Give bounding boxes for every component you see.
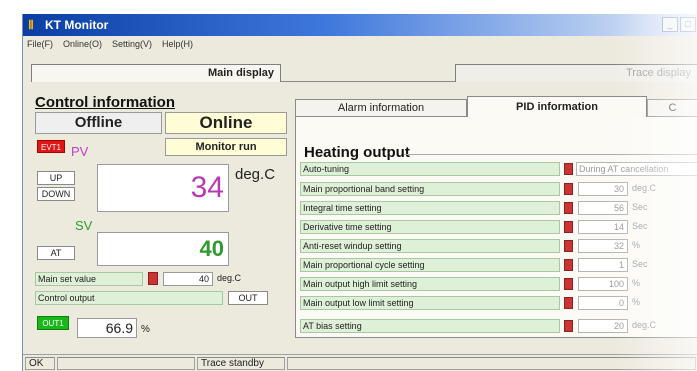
param-row: Main output low limit setting 0 %: [300, 296, 697, 310]
output-unit: %: [141, 324, 150, 335]
param-value[interactable]: 32: [578, 239, 628, 253]
pv-unit: deg.C: [235, 166, 276, 183]
up-button[interactable]: UP: [37, 171, 75, 185]
main-set-value-edit-button[interactable]: [148, 272, 158, 285]
param-label: Integral time setting: [300, 201, 560, 215]
main-set-value-unit: deg.C: [217, 273, 242, 283]
out1-indicator: OUT1: [37, 316, 69, 330]
at-bias-value[interactable]: 20: [578, 319, 628, 333]
menu-help[interactable]: Help(H): [162, 39, 193, 49]
param-edit-button[interactable]: [564, 183, 573, 195]
at-bias-edit-button[interactable]: [564, 320, 573, 332]
param-row: Anti-reset windup setting 32 %: [300, 239, 697, 253]
param-edit-button[interactable]: [564, 202, 573, 214]
status-cell-empty: [57, 357, 195, 370]
pv-value-display: 34: [97, 164, 229, 212]
at-button[interactable]: AT: [37, 246, 75, 260]
control-output-label: Control output: [35, 291, 223, 305]
param-label: Main proportional band setting: [300, 182, 560, 196]
auto-tuning-edit-button[interactable]: [564, 163, 573, 175]
param-row: Integral time setting 56 Sec: [300, 201, 697, 215]
tab-partial[interactable]: C: [647, 99, 697, 117]
tab-main-display[interactable]: Main display: [31, 64, 281, 82]
main-set-value-label: Main set value: [35, 272, 143, 286]
at-bias-label: AT bias setting: [300, 319, 560, 333]
output-value-display: 66.9: [77, 318, 137, 338]
online-status[interactable]: Online: [165, 112, 287, 134]
param-label: Main output high limit setting: [300, 277, 560, 291]
pid-information-panel: Alarm information PID information C Heat…: [295, 96, 697, 338]
main-set-value-field[interactable]: 40: [163, 272, 213, 286]
sv-value-display: 40: [97, 232, 229, 266]
param-edit-button[interactable]: [564, 259, 573, 271]
param-row-at-bias: AT bias setting 20 deg.C: [300, 319, 697, 333]
pv-label: PV: [71, 144, 89, 159]
param-edit-button[interactable]: [564, 278, 573, 290]
tab-trace-display[interactable]: Trace display: [455, 64, 697, 82]
param-value[interactable]: 14: [578, 220, 628, 234]
param-value[interactable]: 0: [578, 296, 628, 310]
evt1-indicator: EVT1: [37, 140, 65, 153]
menu-file[interactable]: File(F): [27, 39, 53, 49]
param-label: Anti-reset windup setting: [300, 239, 560, 253]
minimize-button[interactable]: _: [662, 17, 678, 32]
param-unit: %: [632, 240, 641, 250]
param-unit: %: [632, 278, 641, 288]
param-row-auto-tuning: Auto-tuning During AT cancellation: [300, 162, 697, 176]
param-unit: Sec: [632, 221, 648, 231]
tab-alarm-information[interactable]: Alarm information: [295, 99, 467, 117]
menu-online[interactable]: Online(O): [63, 39, 102, 49]
monitor-run-status: Monitor run: [165, 138, 287, 156]
heating-group-line: [404, 154, 697, 155]
status-trace: Trace standby: [197, 357, 285, 370]
param-row: Main proportional cycle setting 1 Sec: [300, 258, 697, 272]
auto-tuning-value[interactable]: During AT cancellation: [576, 162, 697, 176]
maximize-button[interactable]: □: [680, 17, 696, 32]
window-controls: _ □: [662, 17, 696, 32]
control-information-title: Control information: [35, 94, 175, 111]
menu-setting[interactable]: Setting(V): [112, 39, 152, 49]
kt-monitor-window: Ⅱ KT Monitor _ □ File(F) Online(O) Setti…: [22, 14, 697, 371]
param-value[interactable]: 56: [578, 201, 628, 215]
param-value[interactable]: 1: [578, 258, 628, 272]
offline-status[interactable]: Offline: [35, 112, 162, 134]
out-button[interactable]: OUT: [228, 291, 268, 305]
param-label: Main output low limit setting: [300, 296, 560, 310]
tab-divider: [281, 81, 456, 82]
param-unit: Sec: [632, 202, 648, 212]
title-bar[interactable]: Ⅱ KT Monitor _ □: [23, 14, 697, 36]
param-value[interactable]: 30: [578, 182, 628, 196]
down-button[interactable]: DOWN: [37, 187, 75, 201]
param-row: Main output high limit setting 100 %: [300, 277, 697, 291]
tab-pid-information[interactable]: PID information: [467, 96, 647, 117]
heating-output-title: Heating output: [304, 144, 410, 161]
sv-label: SV: [75, 218, 93, 233]
auto-tuning-label: Auto-tuning: [300, 162, 560, 176]
menu-bar: File(F) Online(O) Setting(V) Help(H): [23, 36, 697, 51]
kt-logo-icon: Ⅱ: [28, 18, 34, 32]
window-title: KT Monitor: [45, 18, 109, 32]
param-row: Derivative time setting 14 Sec: [300, 220, 697, 234]
pid-tab-content: Heating output Auto-tuning During AT can…: [295, 116, 697, 338]
param-row: Main proportional band setting 30 deg.C: [300, 182, 697, 196]
status-ok: OK: [25, 357, 55, 370]
param-unit: Sec: [632, 259, 648, 269]
status-cell-rest: [287, 357, 696, 370]
param-label: Main proportional cycle setting: [300, 258, 560, 272]
param-edit-button[interactable]: [564, 240, 573, 252]
param-edit-button[interactable]: [564, 297, 573, 309]
param-value[interactable]: 100: [578, 277, 628, 291]
at-bias-unit: deg.C: [632, 320, 657, 330]
param-unit: %: [632, 297, 641, 307]
param-unit: deg.C: [632, 183, 657, 193]
param-edit-button[interactable]: [564, 221, 573, 233]
param-label: Derivative time setting: [300, 220, 560, 234]
status-bar: OK Trace standby: [23, 354, 697, 371]
